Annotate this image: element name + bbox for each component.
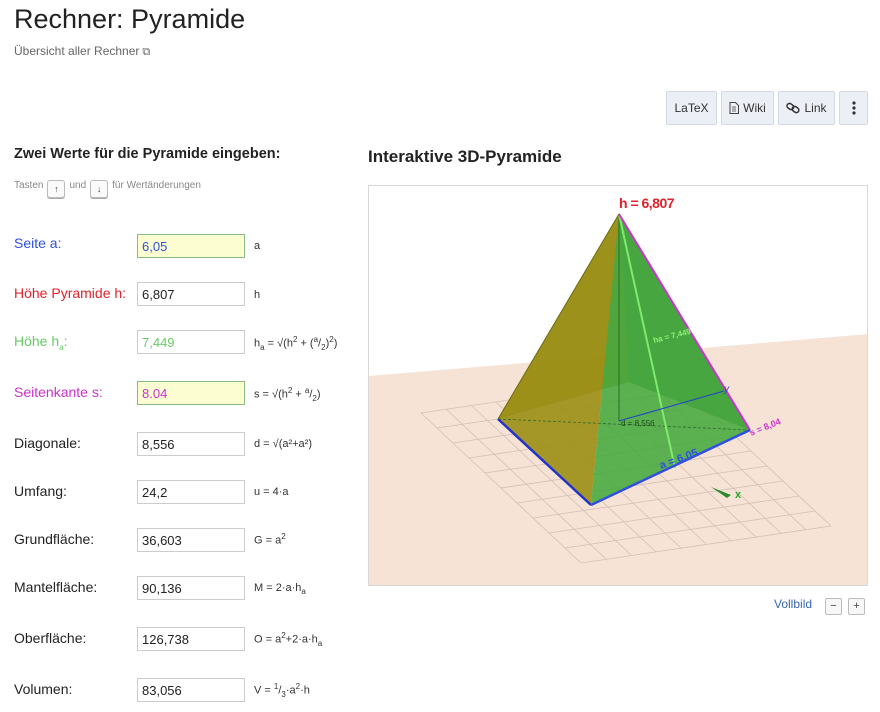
label-h: h = 6,807 [619,195,675,211]
label-oberflaeche: Oberfläche: [14,630,87,646]
fullscreen-link[interactable]: Vollbild [774,597,812,611]
link-button[interactable]: Link [778,91,835,125]
formula-umfang: u = 4·a [254,486,289,498]
formula-hoehe-h: h [254,289,261,301]
input-seite-a[interactable] [137,234,245,258]
input-grundflaeche[interactable] [137,528,245,552]
arrow-down-key-icon: ↓ [90,180,109,198]
wiki-button[interactable]: Wiki [721,91,774,125]
formula-grundflaeche: G = a2 [254,532,286,547]
formula-hoehe-ha: ha = √(h2 + (a/2)2) [254,335,338,352]
link-button-label: Link [804,101,827,115]
formula-oberflaeche: O = a2+2·a·ha [254,631,323,648]
more-options-button[interactable] [839,91,868,125]
input-oberflaeche[interactable] [137,627,245,651]
latex-button[interactable]: LaTeX [666,91,717,125]
input-hoehe-ha[interactable] [137,330,245,354]
input-volumen[interactable] [137,678,245,702]
label-hoehe-h: Höhe Pyramide h: [14,285,127,301]
label-umfang: Umfang: [14,483,67,499]
label-grundflaeche: Grundfläche: [14,531,95,547]
label-d: d = 8,556 [621,419,655,428]
input-umfang[interactable] [137,480,245,504]
formula-diagonale: d = √(a²+a²) [254,438,313,450]
arrow-up-key-icon: ↑ [47,180,66,198]
page-title: Rechner: Pyramide [14,4,246,34]
formula-seite-a: a [254,240,261,252]
external-link-icon: ⧉ [142,46,151,58]
hint-text-pre: Tasten [14,179,44,191]
label-diagonale: Diagonale: [14,435,81,451]
wiki-button-label: Wiki [743,101,766,115]
input-seitenkante-s[interactable] [137,381,245,405]
key-hint: Tasten ↑ und ↓ für Wertänderungen [14,176,201,198]
link-icon [786,102,801,114]
label-mantelflaeche: Mantelfläche: [14,579,98,595]
formula-volumen: V = 1/3·a2·h [254,682,310,699]
hint-text-mid: und [69,179,87,191]
3d-pyramid-canvas[interactable]: y x h = 6,807 ha = 7,449 d = 8,556 s = 8… [368,185,868,586]
input-hoehe-h[interactable] [137,282,245,306]
label-seite-a: Seite a: [14,235,62,251]
zoom-in-button[interactable]: + [848,598,865,615]
panel-title: Interaktive 3D-Pyramide [368,147,562,166]
input-diagonale[interactable] [137,432,245,456]
y-axis-label: y [723,384,730,395]
label-volumen: Volumen: [14,681,73,697]
overview-link-label: Übersicht aller Rechner [14,44,140,58]
label-seitenkante-s: Seitenkante s: [14,384,103,400]
3d-pyramid-view: y x h = 6,807 ha = 7,449 d = 8,556 s = 8… [369,195,867,585]
formula-mantelflaeche: M = 2·a·ha [254,582,306,597]
latex-button-label: LaTeX [674,101,709,115]
x-axis-label: x [735,489,742,501]
document-icon [729,102,740,114]
vertical-dots-icon [851,101,856,115]
zoom-out-button[interactable]: − [825,598,842,615]
form-heading: Zwei Werte für die Pyramide eingeben: [14,146,281,162]
formula-seitenkante-s: s = √(h2 + a/2) [254,386,321,403]
input-mantelflaeche[interactable] [137,576,245,600]
hint-text-post: für Wertänderungen [112,179,201,191]
label-hoehe-ha: Höhe ha: [14,333,68,352]
overview-link[interactable]: Übersicht aller Rechner ⧉ [14,44,150,59]
